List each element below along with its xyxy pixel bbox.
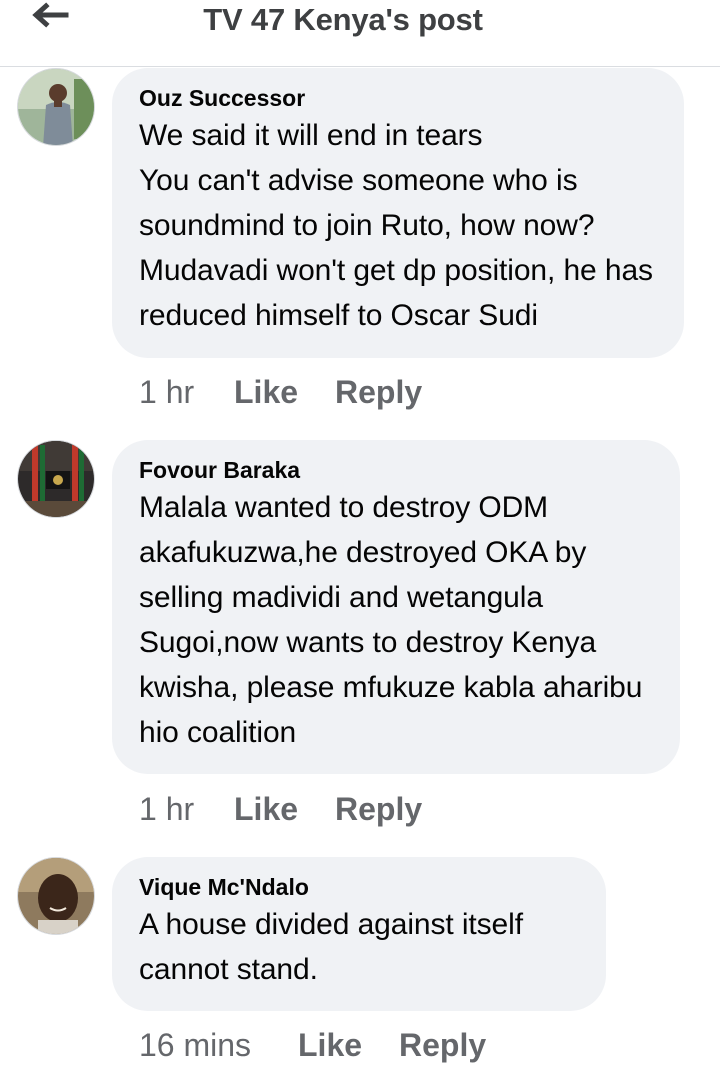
comment-time[interactable]: 16 mins: [139, 1027, 251, 1064]
comment-author[interactable]: Fovour Baraka: [139, 455, 300, 485]
reply-button[interactable]: Reply: [335, 791, 422, 828]
like-button[interactable]: Like: [234, 374, 298, 411]
avatar[interactable]: [17, 68, 95, 146]
comment-bubble: Fovour Baraka Malala wanted to destroy O…: [112, 440, 680, 774]
comment-text: A house divided against itself cannot st…: [139, 908, 523, 986]
page-title: TV 47 Kenya's post: [203, 2, 483, 37]
like-button[interactable]: Like: [234, 791, 298, 828]
comment-time[interactable]: 1 hr: [139, 791, 194, 828]
reply-button[interactable]: Reply: [399, 1027, 486, 1064]
post-header: TV 47 Kenya's post: [0, 0, 720, 67]
comment-author[interactable]: Ouz Successor: [139, 83, 305, 113]
like-button[interactable]: Like: [298, 1027, 362, 1064]
comment-text: Malala wanted to destroy ODM akafukuzwa,…: [139, 491, 643, 749]
comment-bubble: Vique Mc'Ndalo A house divided against i…: [112, 857, 606, 1011]
comment-bubble: Ouz Successor We said it will end in tea…: [112, 68, 684, 358]
avatar[interactable]: [17, 440, 95, 518]
reply-button[interactable]: Reply: [335, 374, 422, 411]
comment-time[interactable]: 1 hr: [139, 374, 194, 411]
avatar[interactable]: [17, 857, 95, 935]
comment-author[interactable]: Vique Mc'Ndalo: [139, 872, 309, 902]
comment-text: We said it will end in tears You can't a…: [139, 119, 653, 332]
